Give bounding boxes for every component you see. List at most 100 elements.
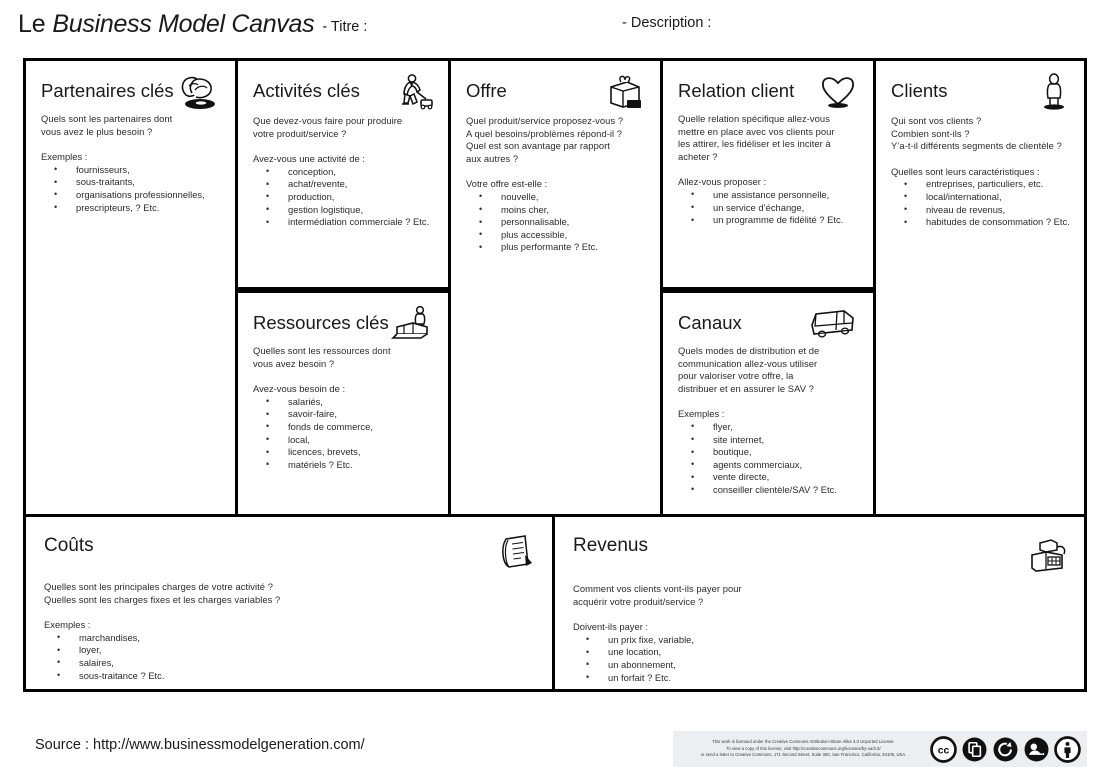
list-item: conception, xyxy=(253,165,435,179)
bullet-list: nouvelle, moins cher, personnalisable, p… xyxy=(466,190,647,254)
list-label: Avez-vous besoin de : xyxy=(253,383,346,395)
share-alike-icon[interactable] xyxy=(992,736,1019,763)
canvas-cell-offre[interactable]: Offre Quel produit/service proposez-vous… xyxy=(451,61,663,517)
question-line: aux autres ? xyxy=(466,152,519,164)
bullet-list: une assistance personnelle, un service d… xyxy=(678,188,860,227)
list-label: Exemples : xyxy=(41,151,88,163)
cell-header: Offre xyxy=(466,73,647,113)
copy-share-icon[interactable] xyxy=(961,736,988,763)
remix-icon[interactable] xyxy=(1023,736,1050,763)
cell-title: Activités clés xyxy=(253,80,360,101)
bullet-list: salariés, savoir-faire, fonds de commerc… xyxy=(253,395,435,472)
cell-body: Qui sont vos clients ? Combien sont-ils … xyxy=(891,115,1071,229)
list-item: habitudes de consommation ? Etc. xyxy=(891,216,1071,229)
question-line: acquérir votre produit/service ? xyxy=(573,595,704,607)
svg-text:cc: cc xyxy=(938,745,950,756)
cell-body: Quels modes de distribution et de commun… xyxy=(678,345,860,497)
cell-body: Quelles sont les ressources dont vous av… xyxy=(253,345,435,471)
list-item: salaires, xyxy=(44,656,538,670)
source-link[interactable]: Source : http://www.businessmodelgenerat… xyxy=(35,737,365,753)
canvas-cell-partenaires[interactable]: Partenaires clés Quels sont les partenai… xyxy=(26,61,238,517)
canvas-cell-ressources[interactable]: Ressources clés Quelles sont les ressour… xyxy=(238,290,451,517)
title-prefix: Le xyxy=(18,9,46,38)
cash-register-icon xyxy=(1026,533,1068,575)
canvas-cell-relation-client[interactable]: Relation client Quelle relation spécifiq… xyxy=(663,61,876,290)
question-line: vous avez besoin ? xyxy=(253,357,335,369)
question-line: Quels sont les partenaires dont xyxy=(41,113,173,124)
cell-title: Partenaires clés xyxy=(41,80,174,101)
list-item: intermédiation commerciale ? Etc. xyxy=(253,216,435,229)
list-item: salariés, xyxy=(253,395,435,409)
canvas-cell-canaux[interactable]: Canaux Quels modes de distribution et de… xyxy=(663,290,876,517)
list-item: un abonnement, xyxy=(573,658,1070,672)
license-line: This work is licensed under the Creative… xyxy=(712,739,895,745)
question-line: communication allez-vous utiliser xyxy=(678,357,818,369)
creative-commons-license-banner: This work is licensed under the Creative… xyxy=(673,731,1087,767)
list-item: un prix fixe, variable, xyxy=(573,633,1070,647)
bullet-list: flyer, site internet, boutique, agents c… xyxy=(678,420,860,497)
question-line: Quelles sont les ressources dont xyxy=(253,345,391,356)
question-line: mettre en place avec vos clients pour xyxy=(678,125,835,137)
canvas-cell-revenus[interactable]: Revenus Comment vos clients vont-ils pay… xyxy=(555,517,1084,689)
page-title: Business Model Canvas xyxy=(52,9,315,38)
delivery-truck-icon xyxy=(808,305,858,343)
question-line: pour valoriser votre offre, la xyxy=(678,370,794,382)
list-item: local, xyxy=(253,433,435,447)
list-item: plus performante ? Etc. xyxy=(466,241,647,254)
list-item: une location, xyxy=(573,646,1070,659)
title-field-label: - Titre : xyxy=(322,18,368,35)
cell-title: Clients xyxy=(891,80,948,101)
heart-icon xyxy=(818,73,858,111)
list-item: sous-traitance ? Etc. xyxy=(44,669,538,683)
list-label: Exemples : xyxy=(678,408,725,420)
creative-commons-icon[interactable]: cc xyxy=(930,735,957,763)
question-line: acheter ? xyxy=(678,150,718,162)
cell-header: Relation client xyxy=(678,73,860,111)
list-item: local/international, xyxy=(891,190,1071,204)
question-line: Quel produit/service proposez-vous ? xyxy=(466,115,624,126)
business-model-canvas-grid: Partenaires clés Quels sont les partenai… xyxy=(23,58,1087,692)
question-line: Y’a-t-il différents segments de clientèl… xyxy=(891,140,1062,152)
page-header: Le Business Model Canvas - Titre : - Des… xyxy=(0,0,1107,48)
cell-title: Canaux xyxy=(678,312,742,333)
list-item: agents commerciaux, xyxy=(678,458,860,472)
list-item: nouvelle, xyxy=(466,190,647,204)
question-line: Quelles sont les charges fixes et les ch… xyxy=(44,593,281,605)
list-item: fonds de commerce, xyxy=(253,420,435,434)
question-line: Quelles sont les principales charges de … xyxy=(44,581,273,592)
handshake-partners-icon xyxy=(176,73,220,111)
list-item: licences, brevets, xyxy=(253,446,435,459)
bullet-list: marchandises, loyer, salaires, sous-trai… xyxy=(44,631,538,683)
list-item: un service d’échange, xyxy=(678,201,860,215)
worker-machine-icon xyxy=(393,73,433,113)
question-line: Combien sont-ils ? xyxy=(891,127,970,139)
question-line: vous avez le plus besoin ? xyxy=(41,125,153,137)
canvas-cell-activites[interactable]: Activités clés Que devez-vous faire pour… xyxy=(238,61,451,290)
cell-body: Comment vos clients vont-ils payer pour … xyxy=(573,583,1070,684)
list-item: un programme de fidélité ? Etc. xyxy=(678,214,860,227)
description-field-label: - Description : xyxy=(622,15,712,31)
list-item: site internet, xyxy=(678,433,860,447)
attribution-person-icon[interactable] xyxy=(1054,735,1081,763)
list-item: savoir-faire, xyxy=(253,408,435,421)
question-line: Comment vos clients vont-ils payer pour xyxy=(573,583,742,594)
list-item: flyer, xyxy=(678,420,860,434)
list-item: un forfait ? Etc. xyxy=(573,671,1070,685)
list-label: Doivent-ils payer : xyxy=(573,621,649,633)
license-text: This work is licensed under the Creative… xyxy=(683,739,930,758)
list-label: Quelles sont leurs caractéristiques : xyxy=(891,165,1040,177)
gift-box-icon xyxy=(603,73,645,113)
question-line: A quel besoins/problèmes répond-il ? xyxy=(466,127,623,139)
question-line: Quelle relation spécifique allez-vous xyxy=(678,113,830,124)
cell-header: Clients xyxy=(891,73,1071,113)
canvas-cell-clients[interactable]: Clients Qui sont vos clients ? Combien s… xyxy=(876,61,1084,517)
license-line: or send a letter to Creative Commons, 17… xyxy=(700,752,907,758)
canvas-cell-couts[interactable]: Coûts Quelles sont les principales charg… xyxy=(26,517,555,689)
question-line: votre produit/service ? xyxy=(253,127,347,139)
cell-title: Coûts xyxy=(44,535,94,556)
question-line: Quel est son avantage par rapport xyxy=(466,140,610,152)
cell-header: Ressources clés xyxy=(253,305,435,343)
list-item: boutique, xyxy=(678,446,860,459)
cell-header: Revenus xyxy=(573,533,1070,575)
invoice-receipt-icon xyxy=(492,533,536,573)
